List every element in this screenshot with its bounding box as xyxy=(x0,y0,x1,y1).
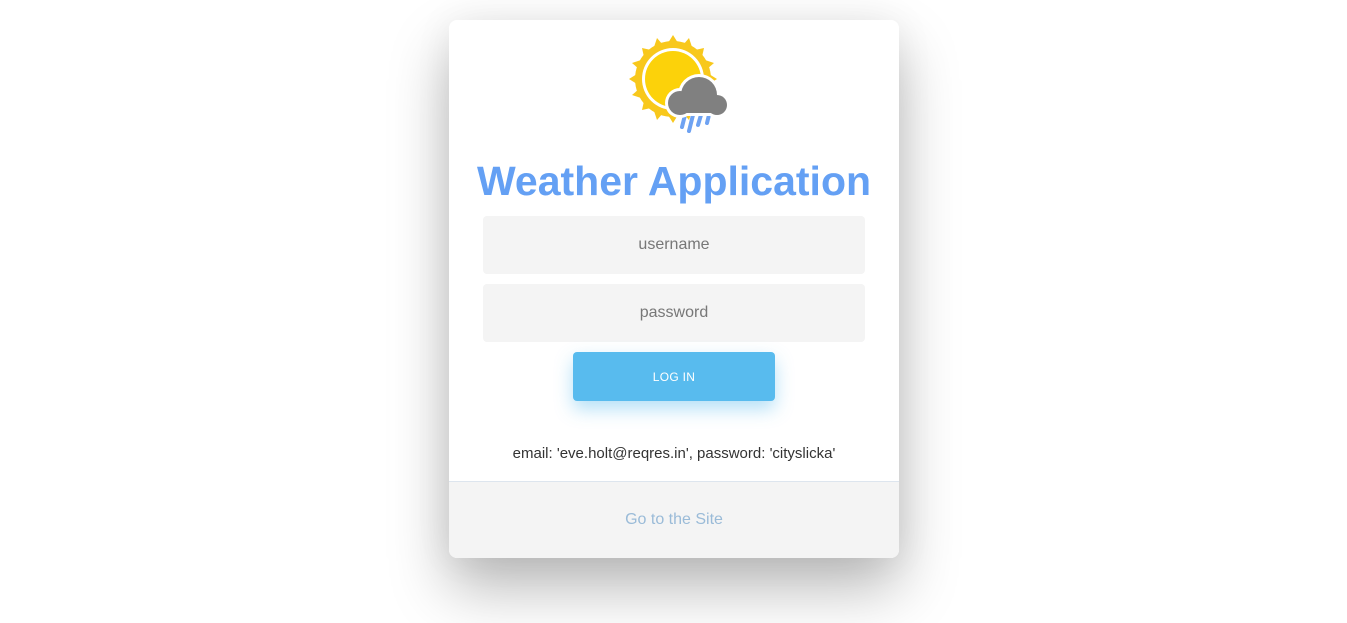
password-input[interactable] xyxy=(483,284,865,342)
card-footer: Go to the Site xyxy=(449,481,899,558)
app-title: Weather Application xyxy=(476,158,872,204)
login-page: Weather Application LOG IN email: 'eve.h… xyxy=(0,0,1347,623)
username-input[interactable] xyxy=(483,216,865,274)
login-card: Weather Application LOG IN email: 'eve.h… xyxy=(449,20,899,558)
login-button[interactable]: LOG IN xyxy=(573,352,775,401)
go-to-site-link[interactable]: Go to the Site xyxy=(449,510,899,530)
credentials-hint: email: 'eve.holt@reqres.in', password: '… xyxy=(512,445,836,462)
sun-cloud-rain-icon xyxy=(629,35,730,133)
